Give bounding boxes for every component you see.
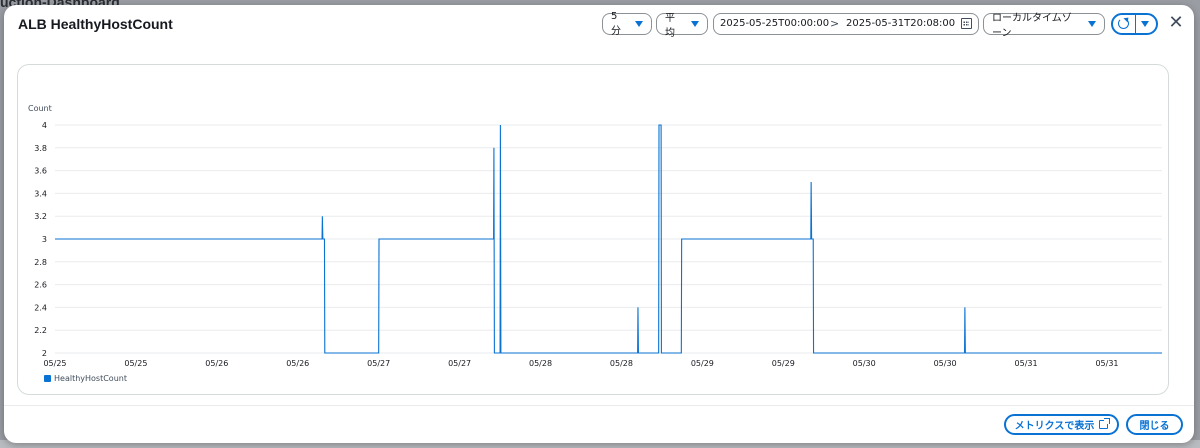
close-icon[interactable]: ✕ [1167, 14, 1185, 32]
modal-header: ALB HealthyHostCount 5 分 平均 2025-05-25T0… [4, 5, 1194, 45]
timezone-value: ローカルタイムゾーン [992, 13, 1072, 39]
refresh-interval-dropdown[interactable] [1136, 15, 1156, 33]
date-range-picker[interactable]: 2025-05-25T00:00:00 > 2025-05-31T20:08:0… [713, 13, 979, 35]
period-value: 5 分 [611, 11, 621, 37]
external-link-icon [1099, 418, 1111, 429]
metric-detail-modal: ALB HealthyHostCount 5 分 平均 2025-05-25T0… [4, 5, 1194, 443]
y-tick-label: 3.2 [34, 212, 47, 221]
chart-legend[interactable]: HealthyHostCount [44, 374, 127, 383]
caret-down-icon [1141, 21, 1149, 27]
footer-divider [4, 405, 1194, 406]
y-tick-label: 2.4 [34, 303, 47, 312]
x-tick-label: 05/30 [853, 359, 876, 368]
y-tick-label: 3.8 [34, 144, 47, 153]
y-tick-label: 3 [42, 235, 47, 244]
chart-panel: Count 2 2.2 2.4 2.6 2.8 3 3.2 3.4 3.6 3.8 4 05/25 05/… [17, 64, 1169, 395]
y-tick-label: 2 [42, 349, 47, 358]
y-axis-label: Count [28, 104, 52, 113]
modal-title: ALB HealthyHostCount [18, 16, 173, 32]
x-tick-label: 05/31 [1015, 359, 1038, 368]
x-tick-label: 05/29 [691, 359, 714, 368]
x-tick-label: 05/29 [772, 359, 795, 368]
calendar-icon [961, 18, 972, 29]
y-tick-label: 2.6 [34, 281, 47, 290]
refresh-button[interactable] [1113, 15, 1136, 33]
x-tick-label: 05/28 [610, 359, 633, 368]
statistic-value: 平均 [665, 13, 675, 39]
view-in-metrics-label: メトリクスで表示 [1014, 421, 1095, 432]
close-button-label: 閉じる [1139, 421, 1170, 432]
chevron-right-icon: > [830, 17, 840, 30]
timezone-select[interactable]: ローカルタイムゾーン [983, 13, 1105, 39]
caret-down-icon [691, 21, 699, 27]
x-tick-label: 05/30 [934, 359, 957, 368]
legend-label: HealthyHostCount [54, 374, 127, 383]
y-tick-label: 2.8 [34, 258, 47, 267]
x-tick-label: 05/31 [1095, 359, 1118, 368]
x-tick-label: 05/26 [205, 359, 228, 368]
y-tick-label: 4 [42, 121, 47, 130]
x-tick-label: 05/28 [529, 359, 552, 368]
y-tick-label: 2.2 [34, 326, 47, 335]
y-tick-label: 3.4 [34, 189, 47, 198]
date-end: 2025-05-31T20:08:00 [846, 18, 956, 29]
period-select[interactable]: 5 分 [602, 11, 652, 37]
x-tick-label: 05/26 [286, 359, 309, 368]
date-start: 2025-05-25T00:00:00 [720, 18, 830, 29]
x-tick-label: 05/27 [448, 359, 471, 368]
x-tick-label: 05/27 [367, 359, 390, 368]
refresh-button-group [1111, 13, 1158, 35]
x-tick-label: 05/25 [43, 359, 66, 368]
legend-swatch [44, 375, 51, 382]
refresh-icon [1118, 18, 1129, 29]
x-tick-label: 05/25 [124, 359, 147, 368]
caret-down-icon [1088, 21, 1096, 27]
close-button[interactable]: 閉じる [1126, 414, 1183, 435]
line-chart: Count 2 2.2 2.4 2.6 2.8 3 3.2 3.4 3.6 3.8 4 05/25 05/… [28, 104, 1162, 368]
caret-down-icon [635, 21, 643, 27]
view-in-metrics-button[interactable]: メトリクスで表示 [1004, 414, 1119, 435]
y-tick-label: 3.6 [34, 167, 47, 176]
statistic-select[interactable]: 平均 [656, 13, 708, 39]
